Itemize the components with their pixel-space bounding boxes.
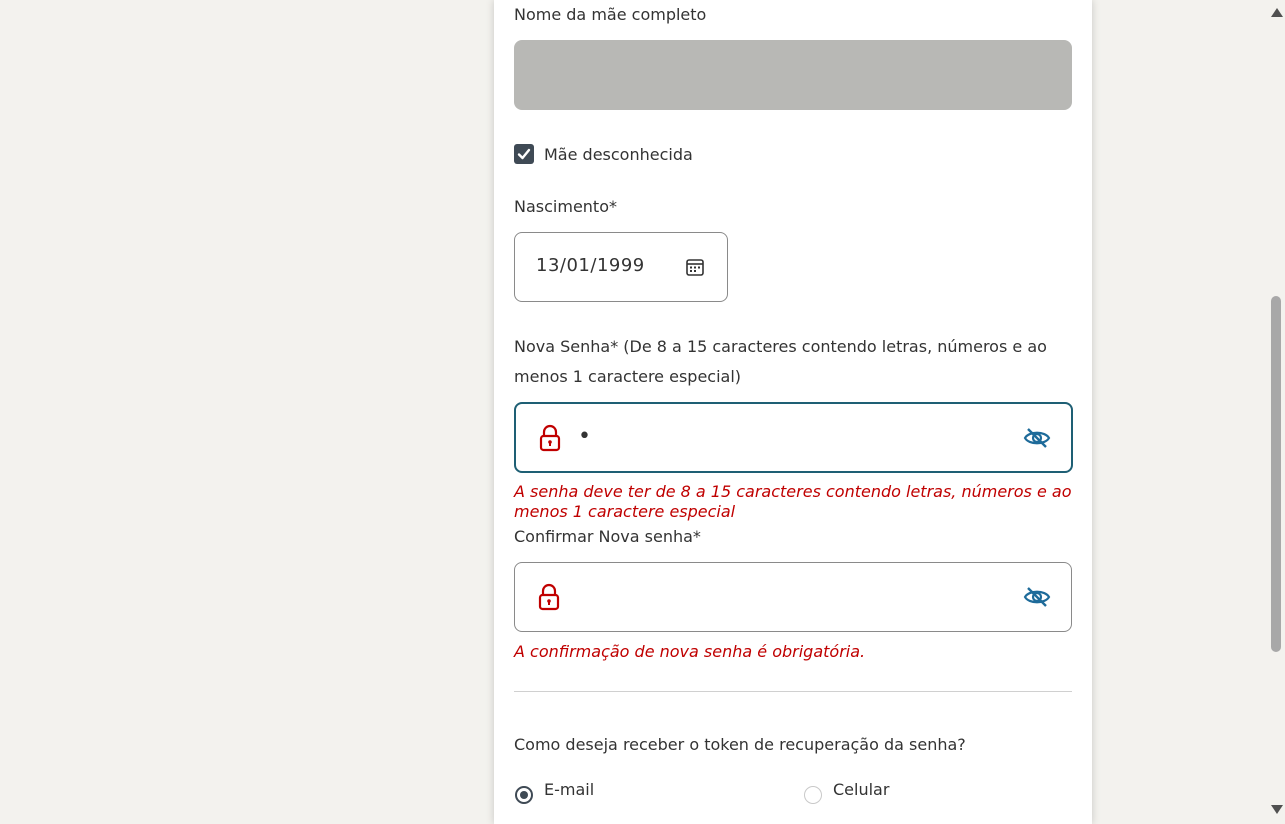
new-password-value: • bbox=[578, 424, 591, 449]
radio-phone[interactable] bbox=[804, 786, 822, 804]
scroll-up-arrow-icon[interactable] bbox=[1271, 8, 1283, 17]
radio-phone-label[interactable]: Celular bbox=[833, 780, 889, 799]
lock-icon bbox=[538, 583, 560, 611]
birth-label: Nascimento* bbox=[514, 197, 617, 216]
lock-icon bbox=[539, 424, 561, 452]
check-icon bbox=[517, 148, 531, 160]
confirm-password-label: Confirmar Nova senha* bbox=[514, 527, 701, 546]
token-question: Como deseja receber o token de recuperaç… bbox=[514, 735, 966, 754]
new-password-label-line1: Nova Senha* (De 8 a 15 caracteres conten… bbox=[514, 337, 1047, 356]
calendar-icon[interactable] bbox=[685, 257, 705, 277]
eye-off-icon[interactable] bbox=[1023, 426, 1051, 450]
mother-unknown-checkbox[interactable] bbox=[514, 144, 534, 164]
divider bbox=[514, 691, 1072, 692]
birth-date-value: 13/01/1999 bbox=[536, 255, 645, 276]
radio-email-label[interactable]: E-mail bbox=[544, 780, 594, 799]
new-password-error: A senha deve ter de 8 a 15 caracteres co… bbox=[514, 482, 1072, 521]
mother-name-label: Nome da mãe completo bbox=[514, 5, 707, 24]
vertical-scrollbar[interactable] bbox=[1268, 0, 1285, 824]
scrollbar-thumb[interactable] bbox=[1271, 296, 1281, 652]
radio-email[interactable] bbox=[515, 786, 533, 804]
new-password-input[interactable]: • bbox=[514, 402, 1073, 473]
confirm-password-input[interactable] bbox=[514, 562, 1072, 632]
confirm-password-error: A confirmação de nova senha é obrigatóri… bbox=[514, 642, 866, 661]
birth-date-input[interactable]: 13/01/1999 bbox=[514, 232, 728, 302]
mother-unknown-label[interactable]: Mãe desconhecida bbox=[544, 140, 693, 170]
mother-name-input bbox=[514, 40, 1072, 110]
new-password-label-line2: menos 1 caractere especial) bbox=[514, 367, 742, 386]
scroll-down-arrow-icon[interactable] bbox=[1271, 805, 1283, 814]
eye-off-icon[interactable] bbox=[1023, 585, 1051, 609]
